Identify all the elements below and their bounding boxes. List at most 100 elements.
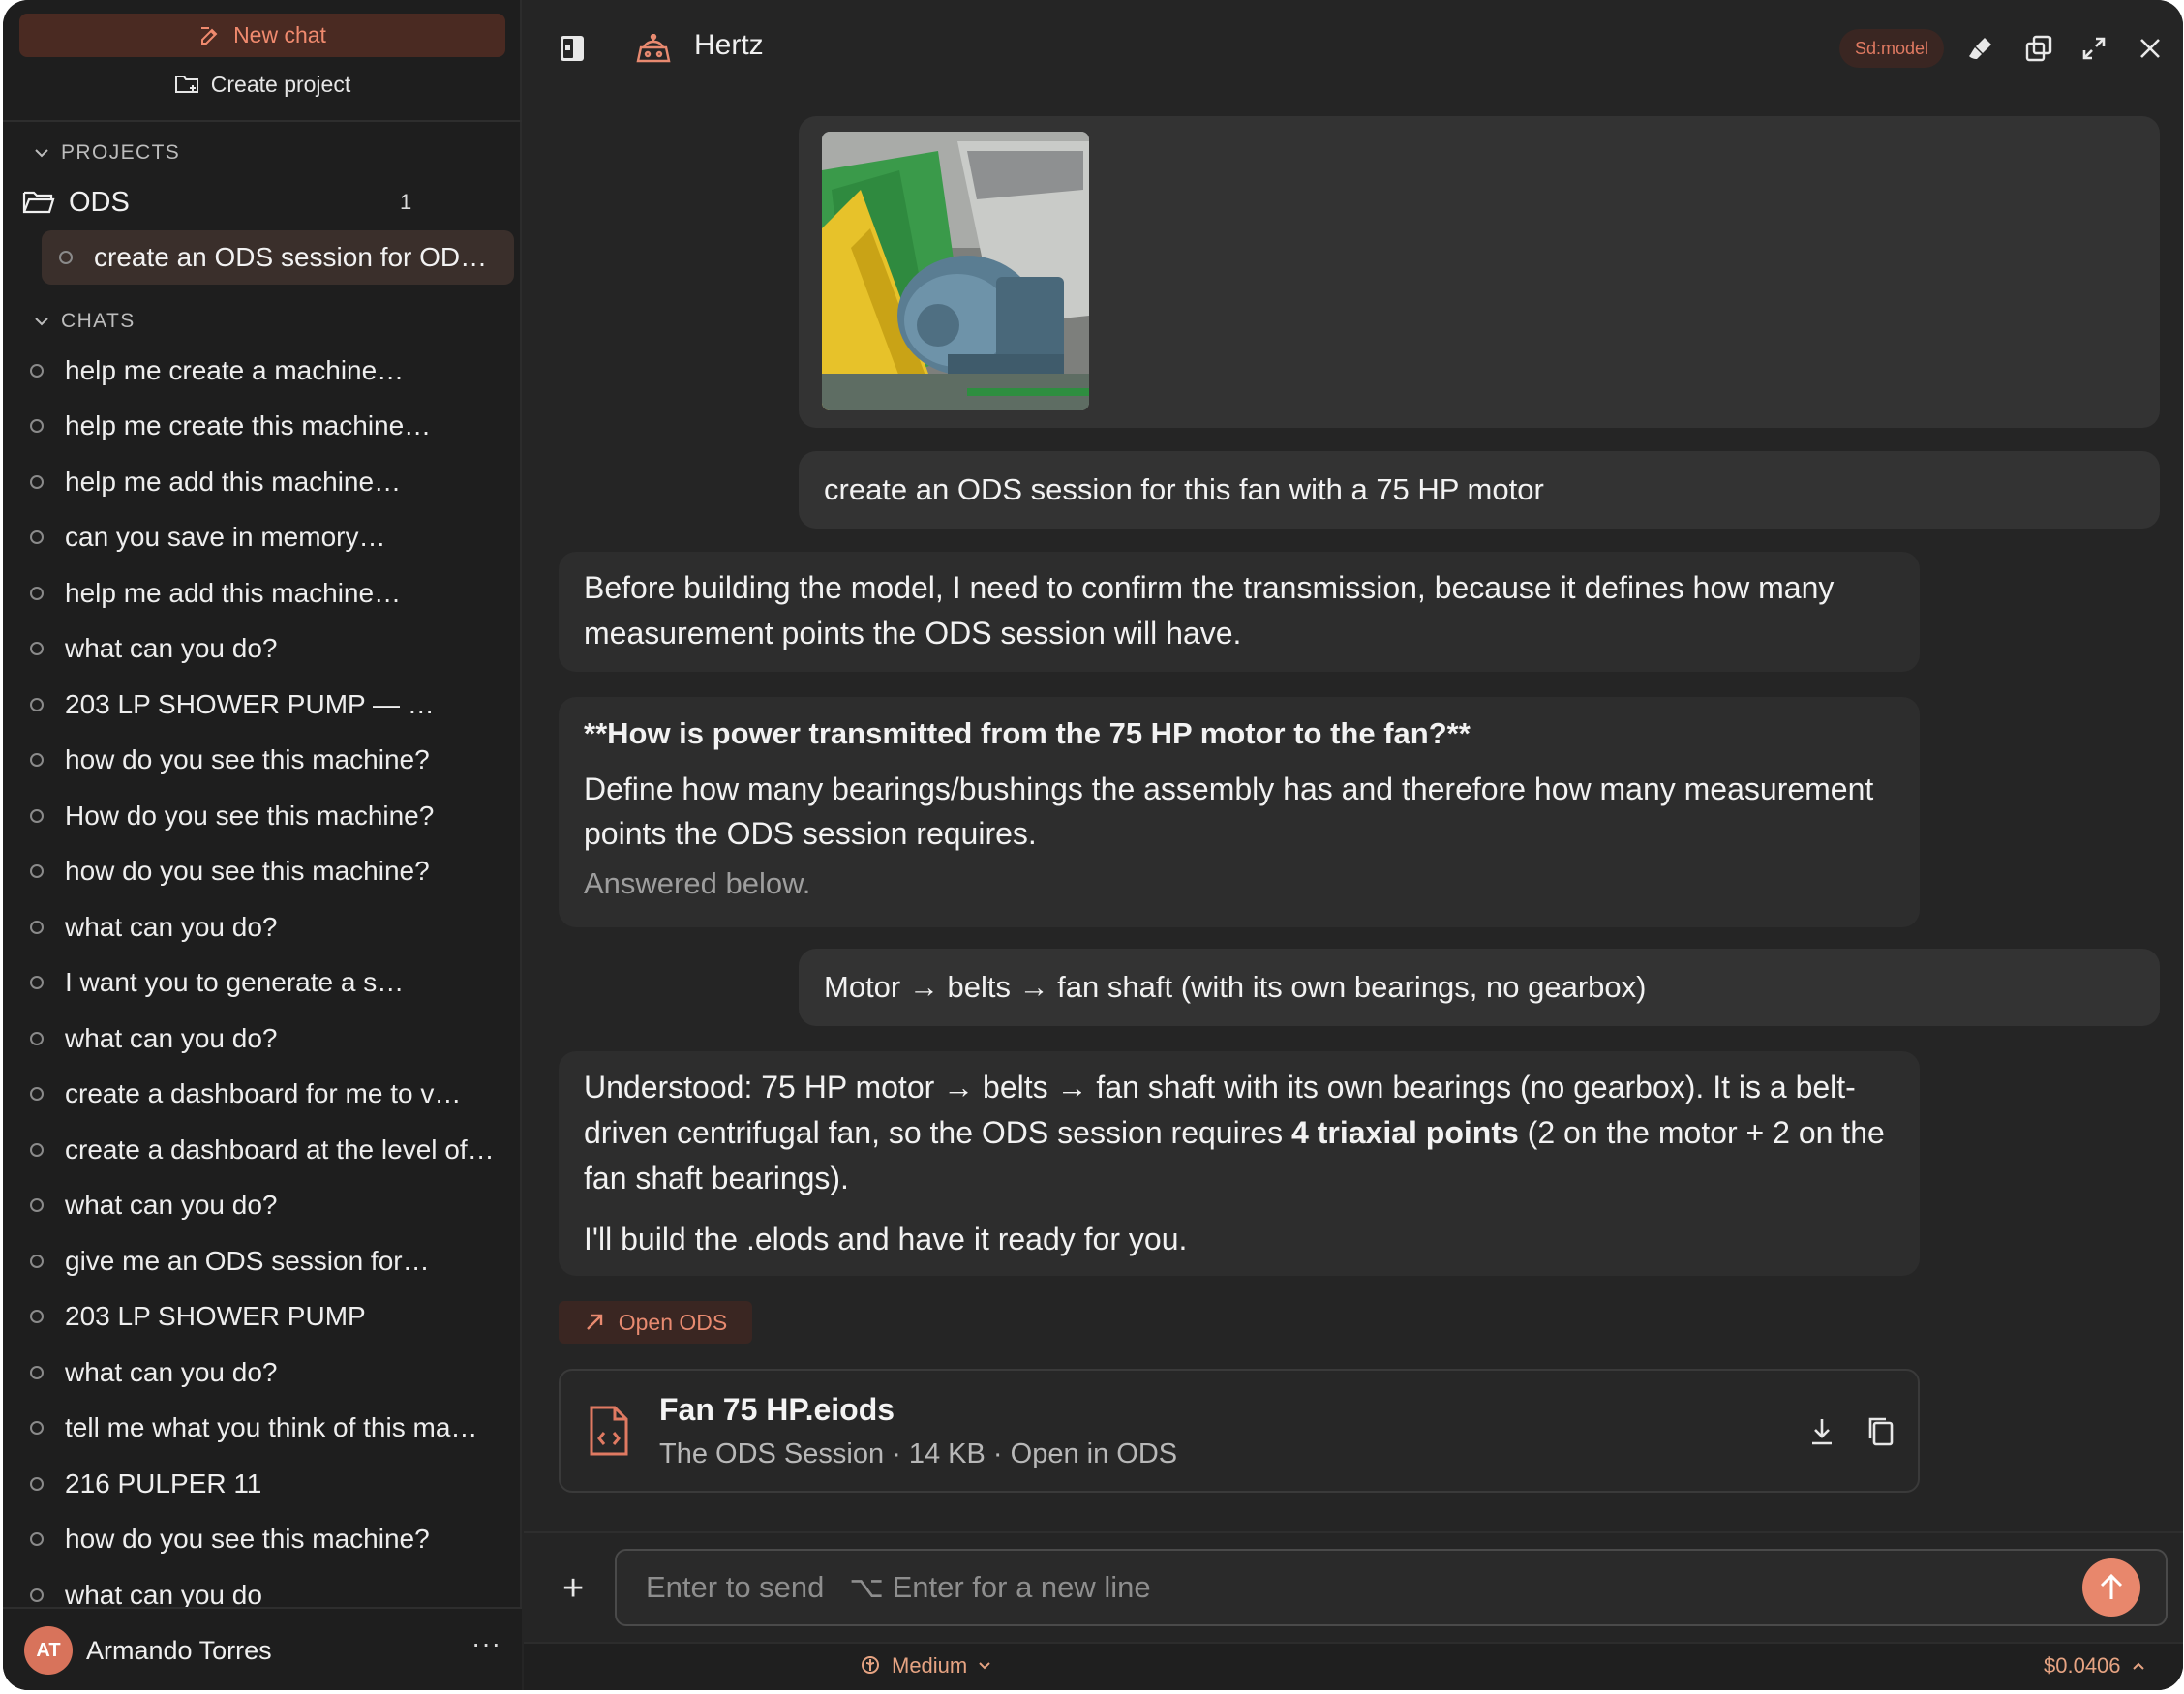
chat-dot-icon bbox=[30, 1532, 44, 1547]
chat-item[interactable]: what can you do? bbox=[30, 1011, 514, 1067]
chat-item-label: what can you do bbox=[65, 1579, 262, 1610]
projects-section-toggle[interactable]: PROJECTS bbox=[34, 141, 180, 165]
footer-bar: Medium $0.0406 bbox=[524, 1642, 2183, 1690]
chat-item-label: 203 LP SHOWER PUMP — … bbox=[65, 688, 435, 719]
chat-item[interactable]: create a dashboard at the level of… bbox=[30, 1122, 514, 1178]
chat-item[interactable]: create a dashboard for me to v… bbox=[30, 1067, 514, 1123]
copy-window-icon[interactable] bbox=[2024, 33, 2053, 64]
file-attachment-card[interactable]: Fan 75 HP.eiods The ODS Session · 14 KB … bbox=[559, 1369, 1920, 1493]
chat-dot-icon bbox=[30, 586, 44, 600]
chevron-down-icon bbox=[35, 149, 48, 158]
project-chat-item[interactable]: create an ODS session for OD… bbox=[42, 230, 514, 285]
file-meta: The ODS Session · 14 KB · Open in ODS bbox=[659, 1438, 1178, 1469]
folder-open-icon bbox=[22, 191, 55, 214]
effort-selector[interactable]: Medium bbox=[859, 1653, 992, 1679]
user-message: create an ODS session for this fan with … bbox=[799, 451, 2160, 529]
chat-dot-icon bbox=[30, 474, 44, 489]
project-chat-count: 1 bbox=[400, 190, 412, 214]
chat-dot-icon bbox=[30, 1310, 44, 1324]
chat-item-label: create a dashboard at the level of… bbox=[65, 1134, 495, 1165]
chat-item-label: help me create a machine… bbox=[65, 354, 405, 385]
user-bar: AT Armando Torres ··· bbox=[3, 1607, 522, 1690]
chat-item-label: help me add this machine… bbox=[65, 577, 402, 608]
chat-item[interactable]: 203 LP SHOWER PUMP — … bbox=[30, 677, 514, 733]
project-ods[interactable]: ODS bbox=[22, 182, 429, 223]
chat-item[interactable]: what can you do? bbox=[30, 1345, 514, 1401]
chats-section-toggle[interactable]: CHATS bbox=[34, 310, 136, 333]
chat-dot-icon bbox=[30, 920, 44, 934]
copy-icon[interactable] bbox=[1866, 1415, 1895, 1446]
chat-item[interactable]: help me add this machine… bbox=[30, 454, 514, 510]
chat-dot-icon bbox=[30, 1365, 44, 1379]
cost-indicator[interactable]: $0.0406 bbox=[2044, 1653, 2146, 1679]
chat-item[interactable]: tell me what you think of this ma… bbox=[30, 1401, 514, 1457]
chat-item[interactable]: 216 PULPER 11 bbox=[30, 1456, 514, 1512]
user-message-text: Motor → belts → fan shaft (with its own … bbox=[824, 970, 1647, 1004]
chat-item[interactable]: what can you do? bbox=[30, 899, 514, 955]
question-body: Define how many bearings/bushings the as… bbox=[584, 771, 1874, 851]
chevron-up-icon bbox=[2132, 1662, 2144, 1670]
sidebar-toggle-icon[interactable] bbox=[559, 33, 586, 64]
download-icon[interactable] bbox=[1809, 1417, 1835, 1446]
chat-item[interactable]: how do you see this machine? bbox=[30, 1512, 514, 1568]
chat-item[interactable]: can you save in memory… bbox=[30, 510, 514, 566]
project-chat-label: create an ODS session for OD… bbox=[94, 242, 488, 272]
chat-item-label: how do you see this machine? bbox=[65, 744, 430, 775]
chat-item-label: how do you see this machine? bbox=[65, 1524, 430, 1555]
chat-item-label: create a dashboard for me to v… bbox=[65, 1078, 462, 1109]
project-name: ODS bbox=[69, 186, 130, 218]
sidebar: New chat Create project PROJECTS ODS 1 c… bbox=[3, 0, 522, 1690]
user-name[interactable]: Armando Torres bbox=[86, 1636, 272, 1666]
chat-item-label: help me add this machine… bbox=[65, 466, 402, 497]
chat-dot-icon bbox=[30, 1198, 44, 1213]
message-input[interactable] bbox=[646, 1566, 2059, 1609]
folder-plus-icon bbox=[174, 76, 198, 93]
cost-label: $0.0406 bbox=[2044, 1653, 2121, 1678]
open-ods-button[interactable]: Open ODS bbox=[559, 1301, 752, 1344]
create-project-button[interactable]: Create project bbox=[19, 64, 505, 105]
arrow-up-icon bbox=[2100, 1573, 2123, 1599]
question-title: **How is power transmitted from the 75 H… bbox=[584, 716, 1471, 750]
chat-item-label: can you save in memory… bbox=[65, 522, 386, 553]
new-chat-button[interactable]: New chat bbox=[19, 14, 505, 57]
user-message: Motor → belts → fan shaft (with its own … bbox=[799, 949, 2160, 1026]
more-options-icon[interactable]: ··· bbox=[471, 1628, 501, 1659]
brain-icon bbox=[862, 1656, 879, 1674]
create-project-label: Create project bbox=[210, 71, 351, 97]
chat-item-label: give me an ODS session for… bbox=[65, 1245, 430, 1276]
chat-item[interactable]: how do you see this machine? bbox=[30, 733, 514, 789]
chat-item[interactable]: help me add this machine… bbox=[30, 565, 514, 621]
chat-item[interactable]: how do you see this machine? bbox=[30, 844, 514, 900]
chat-item[interactable]: what can you do? bbox=[30, 621, 514, 678]
add-attachment-icon[interactable]: + bbox=[562, 1568, 584, 1610]
send-button[interactable] bbox=[2082, 1558, 2140, 1617]
chat-item[interactable]: help me create a machine… bbox=[30, 343, 514, 399]
chat-item-label: what can you do? bbox=[65, 911, 278, 942]
chat-item-label: I want you to generate a s… bbox=[65, 967, 405, 998]
question-status: Answered below. bbox=[584, 866, 811, 900]
chat-item[interactable]: I want you to generate a s… bbox=[30, 955, 514, 1012]
open-ods-label: Open ODS bbox=[618, 1309, 728, 1335]
chat-item[interactable]: help me create this machine… bbox=[30, 399, 514, 455]
avatar[interactable]: AT bbox=[24, 1626, 73, 1675]
close-icon[interactable] bbox=[2136, 33, 2165, 64]
clean-brush-icon[interactable] bbox=[1966, 33, 1995, 64]
chat-item-label: what can you do? bbox=[65, 1022, 278, 1053]
divider bbox=[3, 120, 522, 122]
chat-item[interactable]: How do you see this machine? bbox=[30, 788, 514, 844]
new-chat-label: New chat bbox=[233, 22, 326, 47]
fan-motor-photo[interactable] bbox=[822, 132, 1089, 410]
chat-item[interactable]: what can you do? bbox=[30, 1178, 514, 1234]
robot-icon bbox=[636, 33, 671, 66]
chat-dot-icon bbox=[30, 642, 44, 656]
model-badge[interactable]: Sd:model bbox=[1839, 29, 1944, 68]
edit-icon bbox=[201, 26, 218, 45]
chevron-down-icon bbox=[35, 318, 48, 326]
assistant-message-text: Before building the model, I need to con… bbox=[584, 570, 1835, 650]
chat-item[interactable]: 203 LP SHOWER PUMP bbox=[30, 1289, 514, 1346]
effort-label: Medium bbox=[892, 1653, 968, 1678]
expand-icon[interactable] bbox=[2079, 33, 2108, 64]
question-card: **How is power transmitted from the 75 H… bbox=[559, 697, 1920, 927]
assistant-answer-line2: I'll build the .elods and have it ready … bbox=[584, 1222, 1188, 1256]
chat-item[interactable]: give me an ODS session for… bbox=[30, 1233, 514, 1289]
